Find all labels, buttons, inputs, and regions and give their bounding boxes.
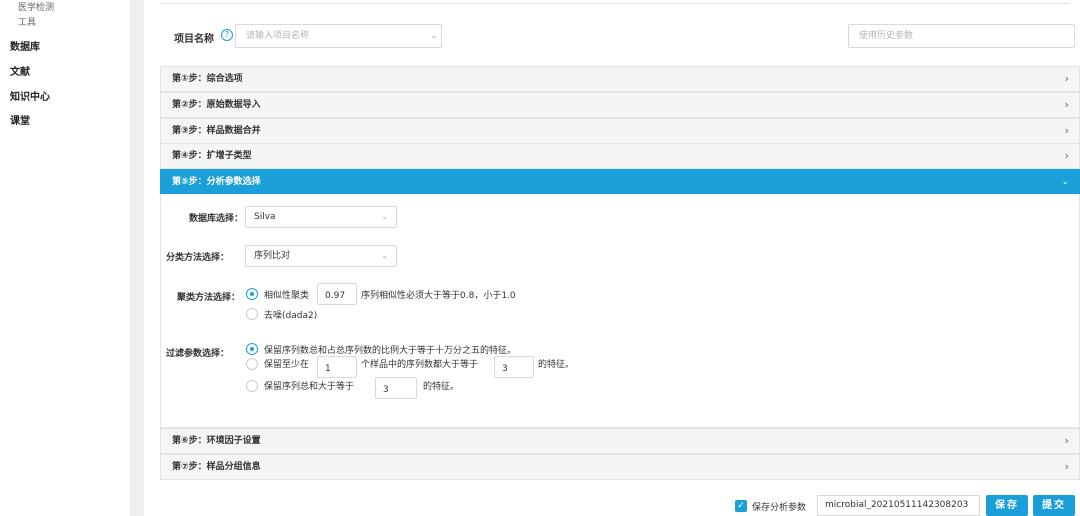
step-4-header[interactable]: 第④步：扩增子类型 ›: [160, 143, 1080, 169]
scroll-gutter: [130, 0, 144, 516]
step-7-header[interactable]: 第⑦步：样品分组信息 ›: [160, 454, 1080, 480]
step-3-label: 第③步：样品数据合并: [172, 126, 261, 136]
classification-select[interactable]: 序列比对 ⌄: [245, 245, 397, 267]
step-1-header[interactable]: 第①步：综合选项 ›: [160, 66, 1080, 92]
step-6-label: 第⑥步：环境因子设置: [172, 436, 261, 446]
chevron-right-icon: ›: [1064, 98, 1069, 111]
filter-total-text-a: 保留序列总和大于等于: [264, 382, 355, 392]
radio-similarity-clustering[interactable]: [246, 288, 258, 300]
chevron-right-icon: ›: [1064, 72, 1069, 85]
denoise-label: 去噪(dada2): [264, 311, 318, 321]
step-1-label: 第①步：综合选项: [172, 74, 243, 84]
sidebar-item-literature[interactable]: 文献: [10, 63, 30, 78]
radio-filter-min-samples[interactable]: [246, 358, 258, 370]
filter-min-samples-text-b: 个样品中的序列数都大于等于: [361, 360, 479, 370]
min-count-input[interactable]: 3: [494, 356, 534, 378]
min-samples-input[interactable]: 1: [317, 356, 357, 378]
filter-total-text-b: 的特征。: [423, 382, 460, 392]
sidebar-item-classroom[interactable]: 课堂: [10, 112, 30, 127]
chevron-right-icon: ›: [1064, 460, 1069, 473]
main-content: 项目名称 ? ⌄ 使用历史参数 第①步：综合选项 › 第②步：原始数据导入 › …: [144, 0, 1080, 516]
step-5-body: 数据库选择： Silva ⌄ 分类方法选择： 序列比对 ⌄ 聚类方法选择： 相似…: [160, 194, 1080, 428]
similarity-note: 序列相似性必须大于等于0.8，小于1.0: [361, 291, 516, 301]
project-name-label: 项目名称: [174, 34, 214, 45]
clustering-label: 聚类方法选择：: [177, 293, 241, 303]
database-label: 数据库选择：: [189, 214, 244, 224]
chevron-down-icon: ⌄: [381, 212, 388, 221]
filter-proportion-label: 保留序列数总和占总序列数的比例大于等于十万分之五的特征。: [264, 346, 517, 356]
sidebar-item-knowledge-center[interactable]: 知识中心: [10, 88, 50, 103]
sidebar-item-database[interactable]: 数据库: [10, 38, 40, 53]
total-count-input[interactable]: 3: [375, 377, 417, 399]
filter-label: 过滤参数选择：: [166, 349, 230, 359]
radio-filter-proportion[interactable]: [246, 343, 258, 355]
save-params-label: 保存分析参数: [752, 503, 807, 513]
chevron-down-icon: ⌄: [430, 31, 438, 41]
step-3-header[interactable]: 第③步：样品数据合并 ›: [160, 118, 1080, 144]
step-2-header[interactable]: 第②步：原始数据导入 ›: [160, 92, 1080, 118]
step-7-label: 第⑦步：样品分组信息: [172, 462, 261, 472]
step-6-header[interactable]: 第⑥步：环境因子设置 ›: [160, 428, 1080, 454]
database-value: Silva: [254, 212, 276, 222]
step-4-label: 第④步：扩增子类型: [172, 151, 252, 161]
divider: [160, 3, 1070, 4]
filter-min-samples-text-c: 的特征。: [538, 360, 575, 370]
save-name-input[interactable]: microbial_20210511142308203: [817, 495, 980, 516]
chevron-down-icon: ⌄: [381, 251, 388, 260]
help-icon[interactable]: ?: [221, 29, 233, 41]
save-params-checkbox[interactable]: ✓: [735, 500, 747, 512]
sidebar-item-medical-testing[interactable]: 医学检测: [18, 0, 54, 13]
history-params-select[interactable]: 使用历史参数: [848, 24, 1075, 48]
chevron-right-icon: ›: [1064, 124, 1069, 137]
step-2-label: 第②步：原始数据导入: [172, 100, 261, 110]
filter-min-samples-text-a: 保留至少在: [264, 360, 310, 370]
chevron-right-icon: ›: [1064, 434, 1069, 447]
save-button[interactable]: 保存: [986, 495, 1028, 516]
radio-denoise-dada2[interactable]: [246, 308, 258, 320]
similarity-clustering-label: 相似性聚类: [264, 291, 310, 301]
sidebar: 医学检测 工具 数据库 文献 知识中心 课堂: [0, 0, 130, 516]
step-5-header[interactable]: 第⑤步：分析参数选择 ⌄: [160, 169, 1080, 195]
step-5-label: 第⑤步：分析参数选择: [172, 177, 261, 187]
similarity-threshold-input[interactable]: 0.97: [317, 283, 357, 305]
project-name-input[interactable]: [235, 24, 442, 48]
database-select[interactable]: Silva ⌄: [245, 206, 397, 228]
radio-filter-total[interactable]: [246, 380, 258, 392]
chevron-down-icon: ⌄: [1061, 177, 1069, 187]
chevron-right-icon: ›: [1064, 149, 1069, 162]
sidebar-item-tools[interactable]: 工具: [18, 15, 36, 28]
submit-button[interactable]: 提交: [1033, 495, 1075, 516]
classification-value: 序列比对: [254, 251, 291, 261]
classification-label: 分类方法选择：: [166, 253, 230, 263]
